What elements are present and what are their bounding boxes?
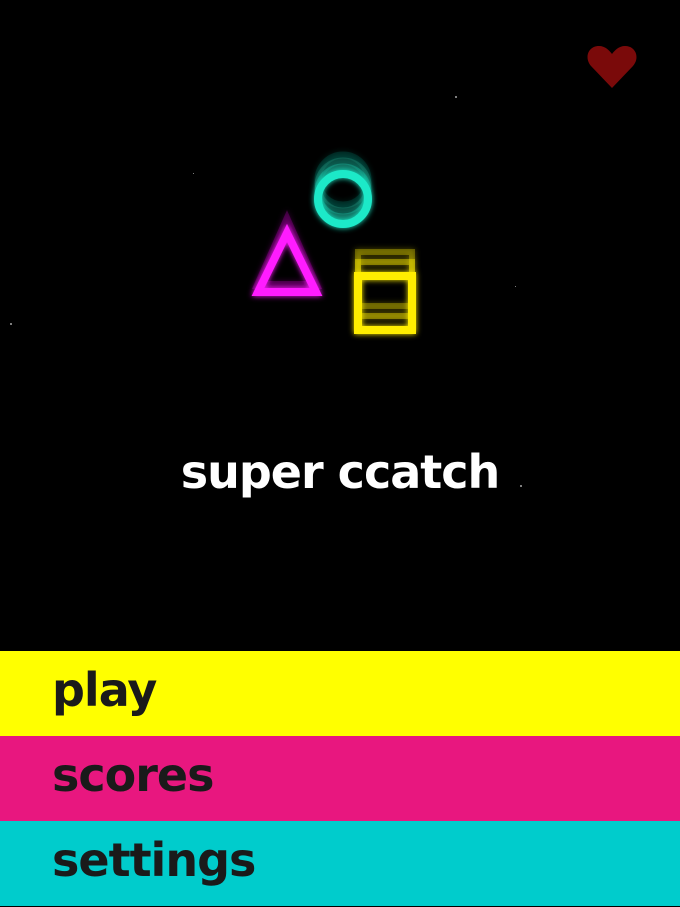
game-title: super ccatch: [180, 445, 501, 499]
scores-button-label: scores: [52, 747, 215, 802]
play-button[interactable]: play: [0, 651, 680, 736]
game-screen: super ccatch play scores settings: [0, 0, 680, 907]
settings-button[interactable]: settings: [0, 821, 680, 906]
play-button-label: play: [52, 662, 157, 717]
triangle-icon: [251, 210, 323, 296]
scores-button[interactable]: scores: [0, 736, 680, 821]
shapes-illustration: [251, 151, 416, 334]
circle-icon: [314, 151, 372, 228]
settings-button-label: settings: [52, 832, 256, 887]
square-icon: [354, 249, 416, 334]
